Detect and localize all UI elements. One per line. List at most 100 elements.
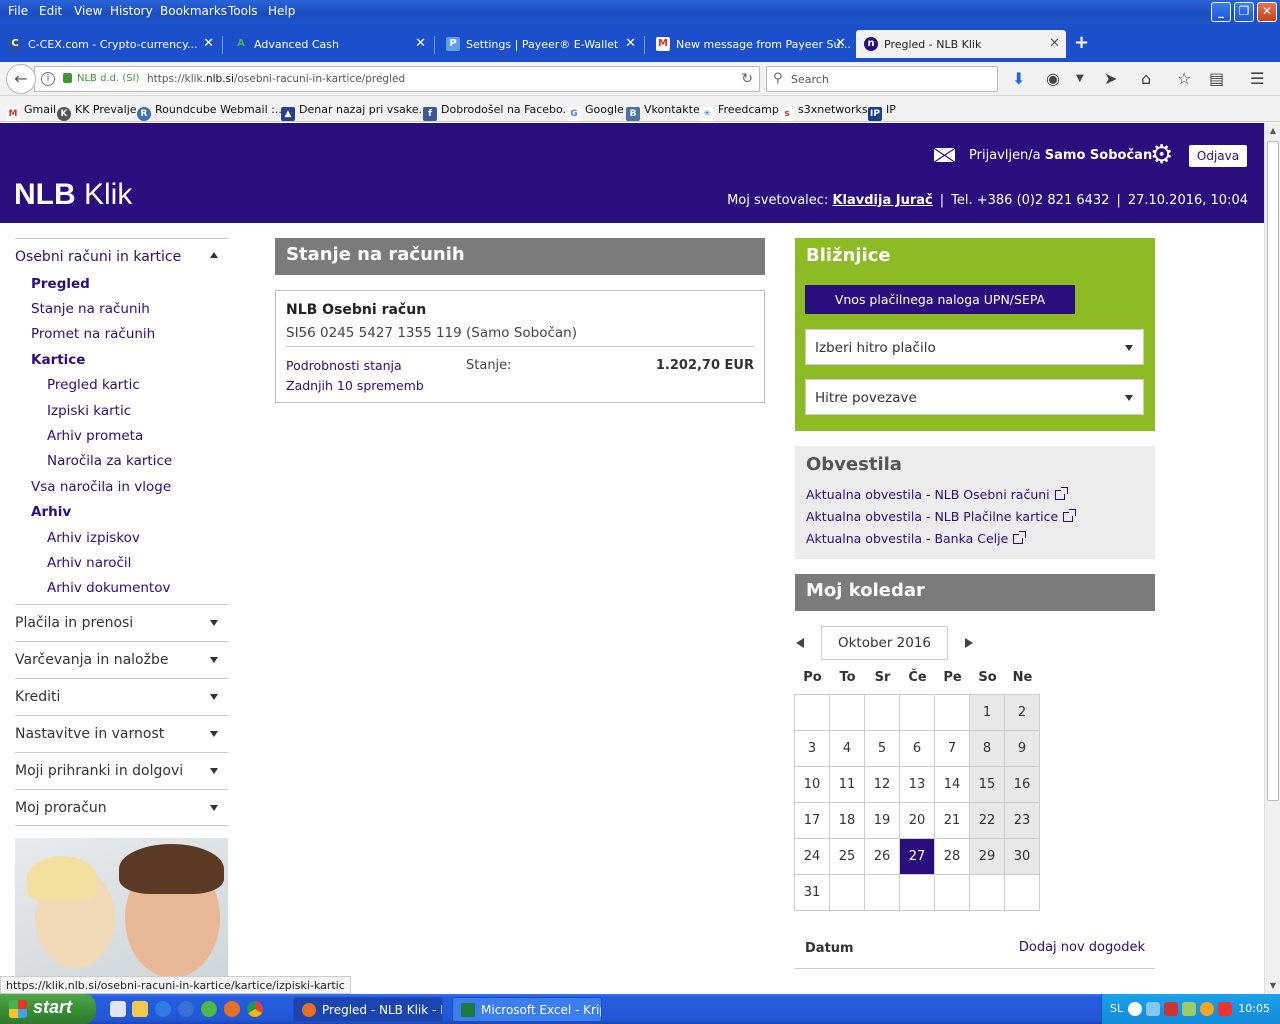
tab-advanced-cash[interactable]: A Advanced Cash ✕ — [226, 30, 432, 58]
hamburger-menu-icon[interactable]: ☰ — [1250, 69, 1264, 88]
reading-list-icon[interactable]: ▤ — [1209, 69, 1224, 88]
sidebar-item-narocila-kartice[interactable]: Naročila za kartice — [47, 453, 172, 469]
gear-icon[interactable]: ⚙ — [1150, 141, 1173, 169]
calendar-day[interactable]: 15 — [969, 766, 1005, 803]
calendar-day[interactable]: 22 — [969, 802, 1005, 839]
language-indicator[interactable]: SL — [1110, 1002, 1123, 1015]
calendar-day[interactable]: 31 — [794, 874, 830, 911]
close-tab-icon[interactable]: ✕ — [835, 36, 846, 51]
sidebar-item-izpiski-kartic[interactable]: Izpiski kartic — [47, 403, 131, 419]
sidebar-item-arhiv[interactable]: Arhiv — [31, 504, 71, 520]
site-identity[interactable]: NLB d.d. (SI) — [77, 73, 139, 84]
calendar-day[interactable]: 1 — [969, 694, 1005, 731]
bookmark-vkontakte[interactable]: B Vkontakte — [626, 103, 700, 121]
menu-history[interactable]: History — [110, 4, 153, 18]
menu-edit[interactable]: Edit — [39, 4, 62, 18]
app-tray-icon[interactable] — [1200, 1002, 1214, 1016]
menu-view[interactable]: View — [74, 4, 102, 18]
calendar-day[interactable]: 11 — [829, 766, 865, 803]
sidebar-item-arhiv-narocil[interactable]: Arhiv naročil — [47, 555, 131, 571]
utorrent-icon[interactable] — [201, 1001, 217, 1017]
bookmark-denar-nazaj[interactable]: ▲ Denar nazaj pri vsake... — [281, 103, 429, 121]
close-tab-icon[interactable]: ✕ — [625, 36, 636, 51]
calendar-day[interactable]: 14 — [934, 766, 970, 803]
tab-ccex[interactable]: C C-CEX.com - Crypto-currency... ✕ — [0, 30, 220, 58]
advisor-link[interactable]: Klavdija Jurač — [832, 193, 932, 208]
calendar-prev-icon[interactable] — [796, 638, 804, 648]
calendar-day[interactable]: 5 — [864, 730, 900, 767]
sidebar-item-pregled-kartic[interactable]: Pregled kartic — [47, 377, 140, 393]
menu-tools[interactable]: Tools — [228, 4, 258, 18]
sidebar-section-krediti[interactable]: Krediti — [15, 678, 228, 715]
calendar-day[interactable]: 24 — [794, 838, 830, 875]
taskbar-item-firefox[interactable]: Pregled - NLB Klik - M... — [293, 997, 443, 1022]
calendar-day[interactable]: 19 — [864, 802, 900, 839]
quick-links-select[interactable]: Hitre povezave — [805, 379, 1144, 415]
tab-payeer-settings[interactable]: P Settings | Payeer® E-Wallet ✕ — [438, 30, 642, 58]
bookmark-google[interactable]: G Google — [567, 103, 624, 121]
balance-details-link[interactable]: Podrobnosti stanja — [286, 358, 402, 373]
sidebar-section-osebni-racuni[interactable]: Osebni računi in kartice Pregled Stanje … — [15, 238, 228, 596]
reload-icon[interactable]: ↻ — [741, 71, 753, 87]
sidebar-section-placila[interactable]: Plačila in prenosi — [15, 604, 228, 641]
minimize-button[interactable]: _ — [1211, 2, 1231, 22]
nlb-klik-logo[interactable]: NLB Klik — [14, 178, 132, 212]
bookmark-ip[interactable]: IP IP — [868, 103, 896, 121]
sidebar-item-arhiv-prometa[interactable]: Arhiv prometa — [47, 428, 143, 444]
extension-icon[interactable]: ◉ — [1046, 69, 1060, 88]
chrome-icon[interactable] — [247, 1001, 263, 1017]
menu-bookmarks[interactable]: Bookmarks — [160, 4, 227, 18]
url-bar[interactable]: i NLB d.d. (SI) https://klik.nlb.si/oseb… — [34, 66, 760, 92]
calendar-day[interactable]: 25 — [829, 838, 865, 875]
firefox-icon[interactable] — [224, 1001, 240, 1017]
upn-payment-button[interactable]: Vnos plačilnega naloga UPN/SEPA — [805, 285, 1075, 314]
search-input[interactable]: ⚲ Search — [766, 66, 998, 92]
calendar-day[interactable]: 23 — [1004, 802, 1040, 839]
add-event-link[interactable]: Dodaj nov dogodek — [1019, 940, 1145, 955]
sidebar-item-pregled[interactable]: Pregled — [31, 276, 90, 292]
calendar-day[interactable]: 21 — [934, 802, 970, 839]
notice-link-osebni-racuni[interactable]: Aktualna obvestila - NLB Osebni računi — [806, 487, 1068, 502]
calendar-day-today[interactable]: 27 — [899, 838, 935, 875]
scroll-thumb[interactable] — [1267, 141, 1279, 801]
sidebar-item-kartice[interactable]: Kartice — [31, 352, 85, 368]
close-tab-icon[interactable]: ✕ — [415, 36, 426, 51]
sidebar-section-varcevanja[interactable]: Varčevanja in naložbe — [15, 641, 228, 678]
ie-icon[interactable] — [155, 1001, 171, 1017]
taskbar-item-excel[interactable]: Microsoft Excel - Kript... — [452, 997, 602, 1022]
calendar-day[interactable]: 6 — [899, 730, 935, 767]
calendar-day[interactable]: 9 — [1004, 730, 1040, 767]
scroll-down-icon[interactable]: ▼ — [1265, 978, 1280, 994]
calendar-day[interactable]: 12 — [864, 766, 900, 803]
info-icon[interactable]: i — [41, 72, 55, 86]
security-icon[interactable] — [1164, 1002, 1178, 1016]
calendar-day[interactable]: 3 — [794, 730, 830, 767]
calendar-day[interactable]: 20 — [899, 802, 935, 839]
calendar-day[interactable]: 18 — [829, 802, 865, 839]
sidebar-item-stanje[interactable]: Stanje na računih — [31, 301, 150, 317]
calendar-day[interactable]: 29 — [969, 838, 1005, 875]
volume-icon[interactable] — [1182, 1002, 1196, 1016]
menu-file[interactable]: File — [8, 4, 28, 18]
close-window-button[interactable]: ✕ — [1257, 2, 1277, 22]
show-desktop-icon[interactable] — [110, 1001, 126, 1017]
last-changes-link[interactable]: Zadnjih 10 sprememb — [286, 378, 424, 393]
bookmark-freedcamp[interactable]: ✳ Freedcamp — [700, 103, 779, 121]
calendar-day[interactable]: 2 — [1004, 694, 1040, 731]
scroll-up-icon[interactable]: ▲ — [1265, 123, 1280, 139]
sidebar-item-promet[interactable]: Promet na računih — [31, 326, 155, 342]
logout-button[interactable]: Odjava — [1189, 145, 1247, 167]
sidebar-item-arhiv-dokumentov[interactable]: Arhiv dokumentov — [47, 580, 170, 596]
bookmark-facebook[interactable]: f Dobrodošel na Facebo... — [423, 103, 573, 121]
tab-gmail-message[interactable]: M New message from Payeer Su... ✕ — [648, 30, 852, 58]
calendar-day[interactable]: 7 — [934, 730, 970, 767]
download-icon[interactable]: ⬇ — [1012, 69, 1025, 88]
close-tab-icon[interactable]: ✕ — [1049, 36, 1060, 51]
tab-nlb-klik[interactable]: n Pregled - NLB Klik ✕ — [856, 30, 1066, 58]
page-scrollbar[interactable]: ▲ ▼ — [1264, 123, 1280, 994]
calendar-day[interactable]: 26 — [864, 838, 900, 875]
calendar-day[interactable]: 4 — [829, 730, 865, 767]
promo-image[interactable] — [15, 838, 228, 978]
sidebar-item-vsa-narocila[interactable]: Vsa naročila in vloge — [31, 479, 171, 495]
calendar-day[interactable]: 17 — [794, 802, 830, 839]
